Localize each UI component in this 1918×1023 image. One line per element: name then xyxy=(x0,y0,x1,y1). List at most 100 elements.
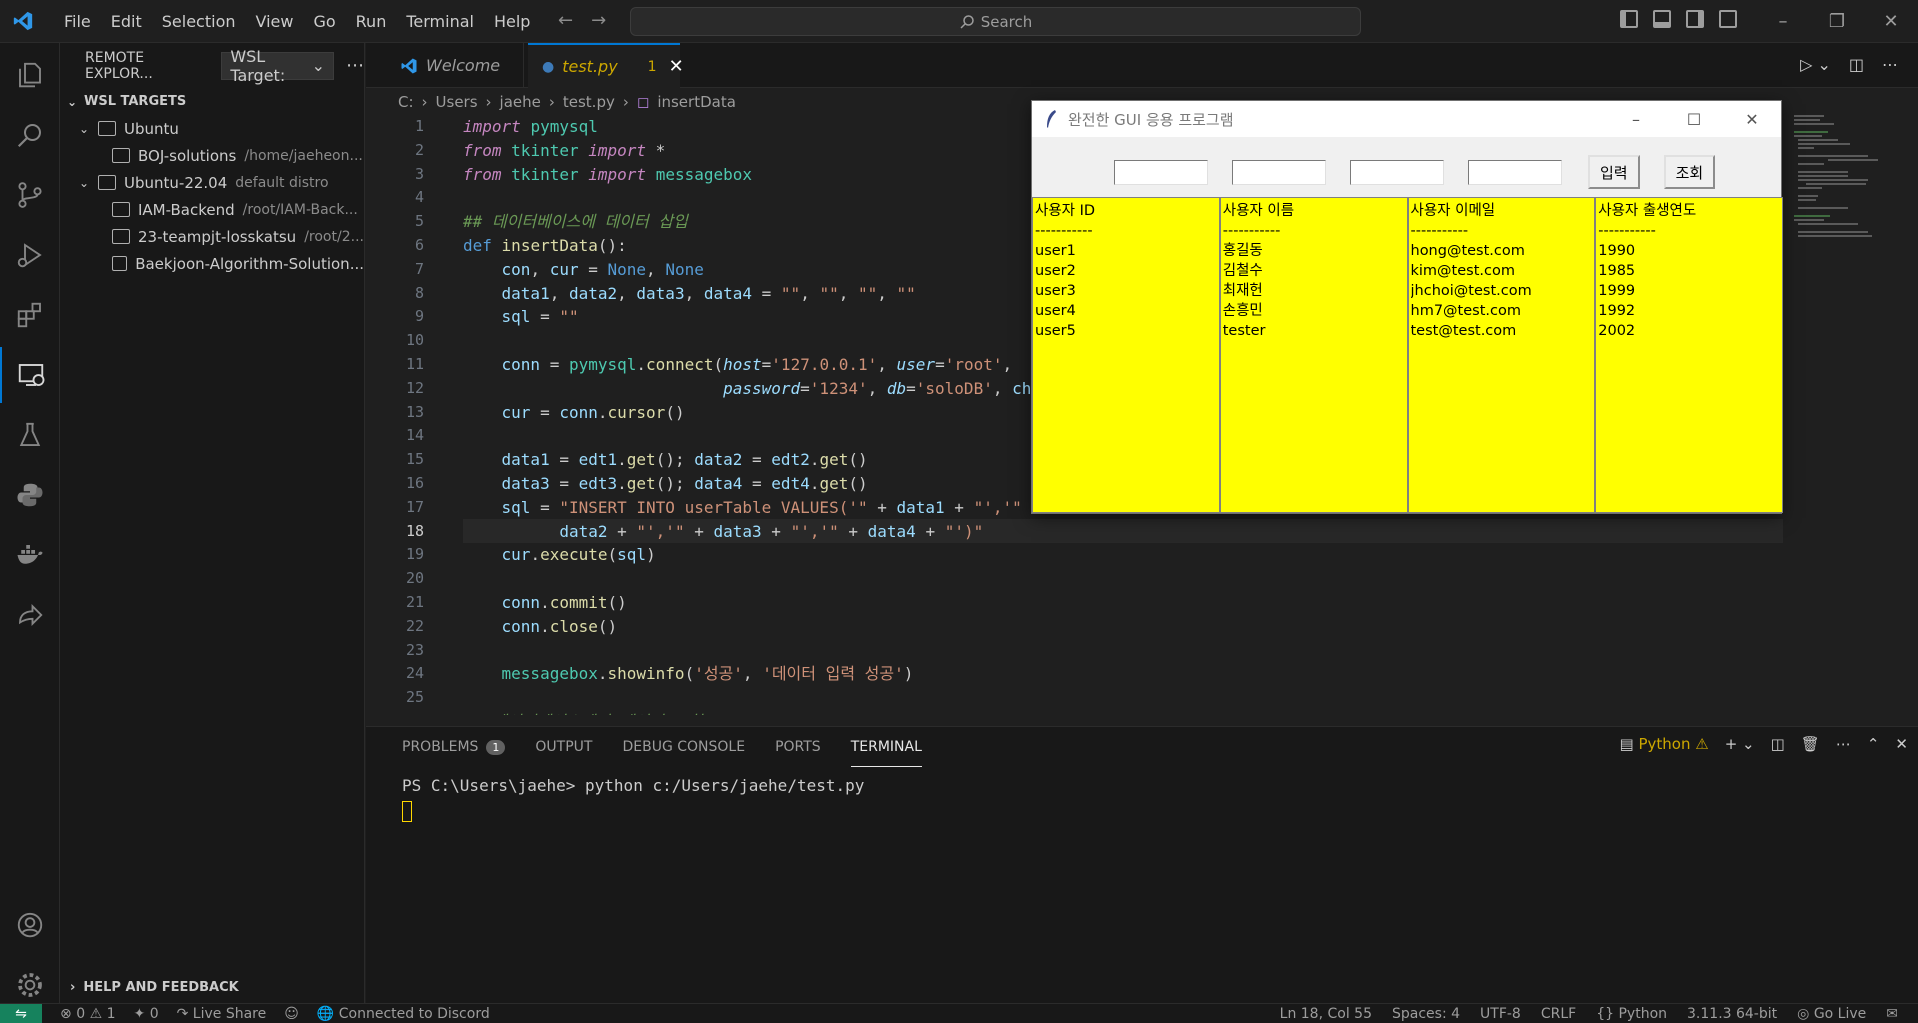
run-python-icon[interactable]: ▷ ⌄ xyxy=(1800,55,1831,74)
tree-item-ubuntu[interactable]: ⌄ Ubuntu xyxy=(60,115,364,142)
tk-insert-button[interactable]: 입력 xyxy=(1588,155,1640,189)
list-item[interactable]: user5 xyxy=(1035,321,1217,341)
list-item[interactable]: 2002 xyxy=(1598,321,1780,341)
menu-help[interactable]: Help xyxy=(484,12,540,31)
list-item[interactable]: user4 xyxy=(1035,301,1217,321)
tab-terminal[interactable]: TERMINAL xyxy=(850,727,922,767)
minimize-icon[interactable]: – xyxy=(1756,0,1810,43)
list-item[interactable]: 1990 xyxy=(1598,241,1780,261)
list-item[interactable]: 1985 xyxy=(1598,261,1780,281)
wsl-targets-section[interactable]: ⌄ WSL TARGETS xyxy=(60,88,364,115)
list-item[interactable]: 1992 xyxy=(1598,301,1780,321)
feedback-smiley-icon[interactable]: ☺ xyxy=(284,1006,299,1022)
back-arrow-icon[interactable]: ← xyxy=(558,10,573,31)
close-icon[interactable]: ✕ xyxy=(1864,0,1918,43)
list-item[interactable]: 최재헌 xyxy=(1223,281,1405,301)
menu-view[interactable]: View xyxy=(246,12,304,31)
more-actions-icon[interactable]: ⋯ xyxy=(346,55,364,76)
code-line[interactable]: messagebox.showinfo('성공', '데이터 입력 성공') xyxy=(463,662,1763,686)
notifications-bell-icon[interactable]: ✉ xyxy=(1886,1006,1898,1022)
code-line[interactable] xyxy=(463,567,1763,591)
menu-go[interactable]: Go xyxy=(303,12,345,31)
list-item[interactable]: 1999 xyxy=(1598,281,1780,301)
discord-status[interactable]: 🌐 Connected to Discord xyxy=(317,1006,490,1022)
search-view-icon[interactable] xyxy=(0,107,60,163)
list-item[interactable]: user3 xyxy=(1035,281,1217,301)
list-item[interactable]: hm7@test.com xyxy=(1411,301,1593,321)
tk-entry-birthyear[interactable] xyxy=(1468,159,1562,185)
wsl-target-select[interactable]: WSL Target: ⌄ xyxy=(221,47,334,85)
tk-entry-name[interactable] xyxy=(1232,159,1326,185)
split-terminal-icon[interactable]: ◫ xyxy=(1771,735,1785,753)
go-live[interactable]: ◎ Go Live xyxy=(1797,1006,1866,1022)
python-icon[interactable] xyxy=(0,467,60,523)
terminal[interactable]: PS C:\Users\jaehe> python c:/Users/jaehe… xyxy=(402,775,864,828)
list-item[interactable]: hong@test.com xyxy=(1411,241,1593,261)
tree-item-boj-solutions[interactable]: BOJ-solutions /home/jaeheon... xyxy=(60,142,364,169)
tk-listbox-email[interactable]: 사용자 이메일 ----------- hong@test.com kim@te… xyxy=(1407,197,1596,513)
menu-terminal[interactable]: Terminal xyxy=(396,12,484,31)
run-debug-icon[interactable] xyxy=(0,227,60,283)
ports-status[interactable]: ✦ 0 xyxy=(134,1006,159,1022)
breadcrumb-item[interactable]: Users xyxy=(436,93,478,111)
menu-selection[interactable]: Selection xyxy=(152,12,246,31)
indentation[interactable]: Spaces: 4 xyxy=(1392,1006,1460,1022)
breadcrumb-item[interactable]: test.py xyxy=(563,93,615,111)
python-interpreter[interactable]: 3.11.3 64-bit xyxy=(1687,1006,1777,1022)
tk-entry-id[interactable] xyxy=(1114,159,1208,185)
tree-item-ubuntu-22[interactable]: ⌄ Ubuntu-22.04 default distro xyxy=(60,169,364,196)
tree-item-baekjoon[interactable]: Baekjoon-Algorithm-Solution... xyxy=(60,250,364,277)
command-center-search[interactable]: Search xyxy=(630,7,1361,36)
list-item[interactable]: kim@test.com xyxy=(1411,261,1593,281)
list-item[interactable]: tester xyxy=(1223,321,1405,341)
restore-icon[interactable]: ❐ xyxy=(1810,0,1864,43)
tab-debug-console[interactable]: DEBUG CONSOLE xyxy=(622,727,745,767)
kill-terminal-icon[interactable]: 🗑 xyxy=(1801,735,1820,753)
code-line[interactable]: ## 데이터베이스에서 데이터 조회 xyxy=(463,710,1763,715)
toggle-panel-icon[interactable] xyxy=(1653,10,1671,28)
tab-problems[interactable]: PROBLEMS 1 xyxy=(402,727,506,767)
customize-layout-icon[interactable] xyxy=(1719,10,1737,28)
encoding[interactable]: UTF-8 xyxy=(1480,1006,1521,1022)
tab-welcome[interactable]: Welcome xyxy=(386,43,524,88)
code-line[interactable] xyxy=(463,639,1763,663)
testing-icon[interactable] xyxy=(0,407,60,463)
tree-item-iam-backend[interactable]: IAM-Backend /root/IAM-Back... xyxy=(60,196,364,223)
code-line[interactable]: conn.close() xyxy=(463,615,1763,639)
code-line[interactable]: conn.commit() xyxy=(463,591,1763,615)
source-control-icon[interactable] xyxy=(0,167,60,223)
more-actions-icon[interactable]: ⋯ xyxy=(1882,55,1898,74)
explorer-icon[interactable] xyxy=(0,47,60,103)
live-share-icon[interactable] xyxy=(0,587,60,643)
menu-edit[interactable]: Edit xyxy=(101,12,152,31)
tk-query-button[interactable]: 조회 xyxy=(1663,155,1716,189)
tk-entry-email[interactable] xyxy=(1350,159,1444,185)
tk-listbox-id[interactable]: 사용자 ID ----------- user1 user2 user3 use… xyxy=(1032,197,1220,513)
tk-listbox-name[interactable]: 사용자 이름 ----------- 홍길동 김철수 최재헌 손흥민 teste… xyxy=(1219,197,1408,513)
list-item[interactable]: user1 xyxy=(1035,241,1217,261)
menu-run[interactable]: Run xyxy=(346,12,397,31)
list-item[interactable]: 홍길동 xyxy=(1223,241,1405,261)
list-item[interactable]: test@test.com xyxy=(1411,321,1593,341)
close-tab-icon[interactable]: ✕ xyxy=(669,56,684,77)
list-item[interactable]: 손흥민 xyxy=(1223,301,1405,321)
code-line[interactable]: cur.execute(sql) xyxy=(463,543,1763,567)
tab-output[interactable]: OUTPUT xyxy=(535,727,592,767)
tree-item-losskatsu[interactable]: 23-teampjt-losskatsu /root/2... xyxy=(60,223,364,250)
tab-ports[interactable]: PORTS xyxy=(775,727,821,767)
split-editor-icon[interactable]: ◫ xyxy=(1849,55,1864,74)
remote-indicator-icon[interactable]: ⇋ xyxy=(0,1003,42,1023)
code-line[interactable] xyxy=(463,686,1763,710)
breadcrumb-item[interactable]: C: xyxy=(398,93,414,111)
help-feedback-section[interactable]: › HELP AND FEEDBACK xyxy=(60,980,364,995)
remote-explorer-icon[interactable] xyxy=(0,347,60,403)
tk-minimize-icon[interactable]: – xyxy=(1607,101,1665,137)
problems-status[interactable]: ⊗ 0 ⚠ 1 xyxy=(60,1006,116,1022)
breadcrumb-item[interactable]: insertData xyxy=(657,93,736,111)
accounts-icon[interactable] xyxy=(0,897,60,953)
toggle-sidebar-icon[interactable] xyxy=(1620,10,1638,28)
extensions-icon[interactable] xyxy=(0,287,60,343)
menu-file[interactable]: File xyxy=(54,12,101,31)
tk-listbox-birthyear[interactable]: 사용자 출생연도 ----------- 1990 1985 1999 1992… xyxy=(1595,197,1783,513)
maximize-panel-icon[interactable]: ⌃ xyxy=(1867,735,1880,753)
